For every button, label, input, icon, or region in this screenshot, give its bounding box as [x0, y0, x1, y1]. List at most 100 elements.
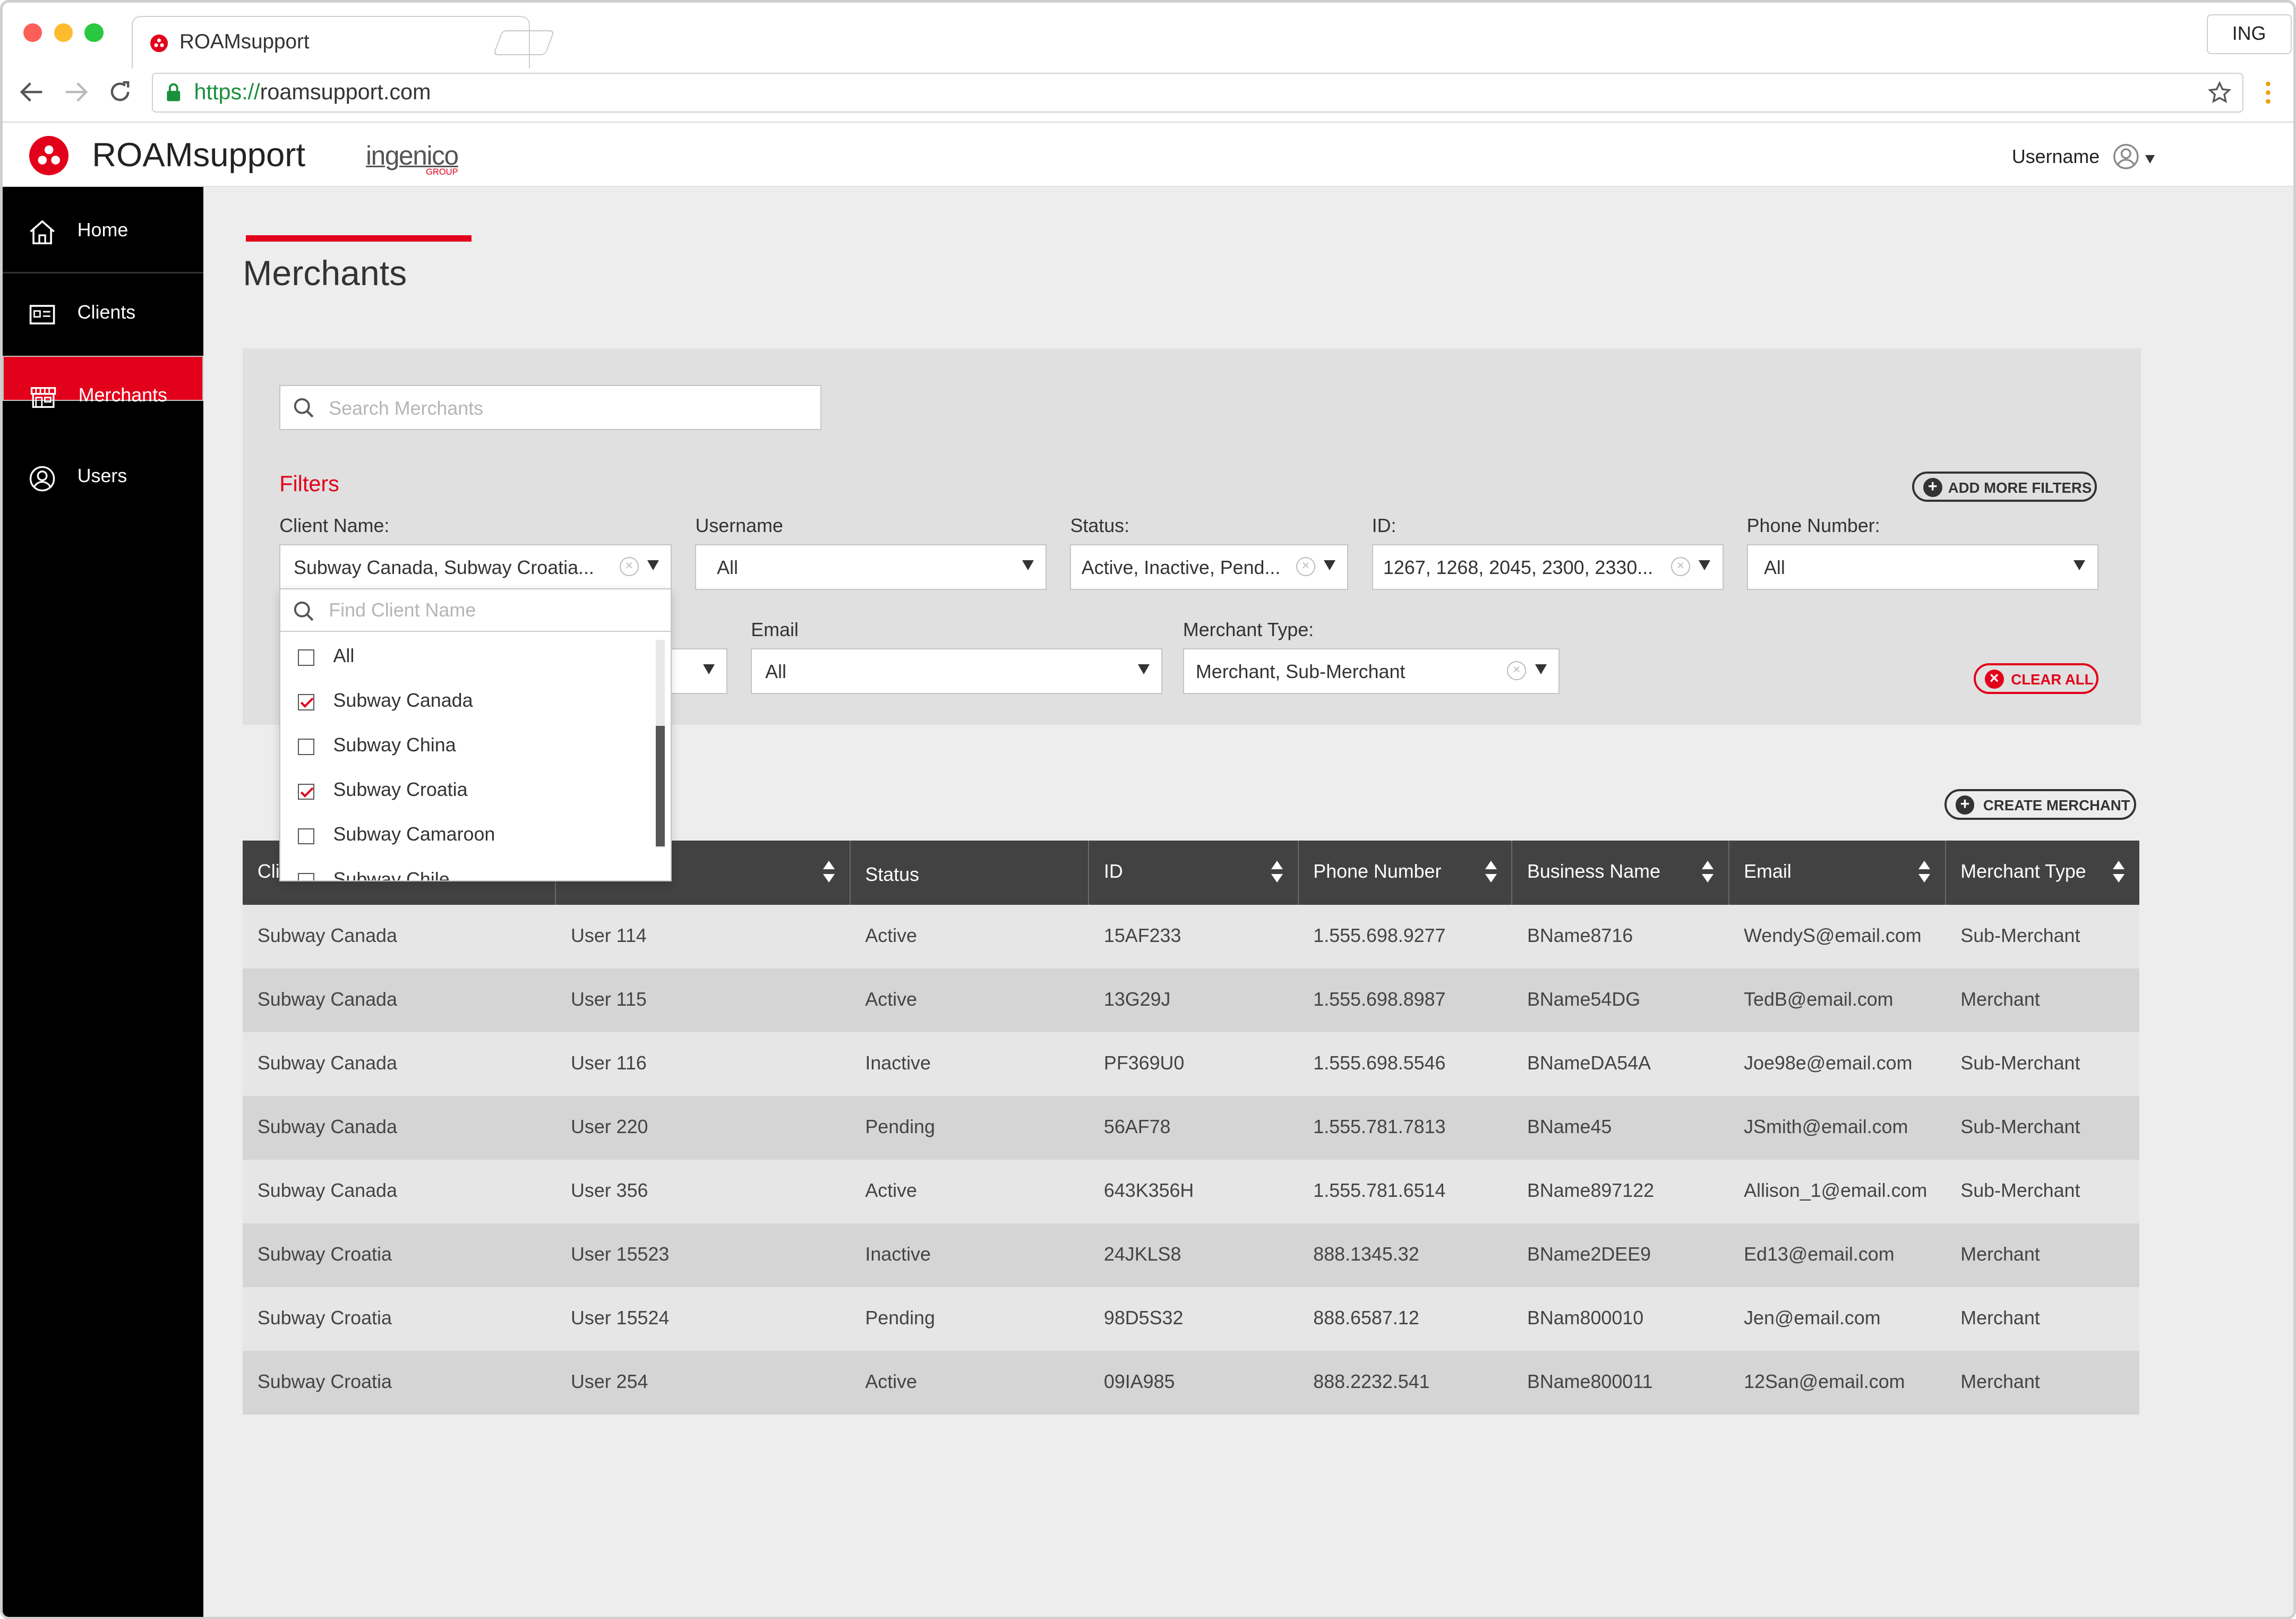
sidebar: Home Clients Merchants Users [3, 187, 203, 1617]
client-name-dropdown: Find Client Name All Subway Canada Subway … [279, 588, 672, 881]
forward-arrow-icon[interactable] [64, 82, 88, 102]
table-row[interactable]: Subway Canada User 220 Pending 56AF78 1.555.… [243, 1095, 2139, 1160]
table-row[interactable]: Subway Croatia User 15524 Pending 98D5S32 88… [243, 1287, 2139, 1351]
sort-icon[interactable] [1701, 861, 1714, 884]
phone-select[interactable]: All [1746, 544, 2098, 590]
table-cell: User 116 [571, 1052, 647, 1074]
table-cell: 888.2232.541 [1313, 1371, 1430, 1393]
clear-selection-icon[interactable]: × [1507, 661, 1526, 681]
clear-all-button[interactable]: × CLEAR ALL [1974, 663, 2098, 694]
sidebar-item-home[interactable]: Home [3, 192, 203, 274]
column-header-status[interactable]: Status [851, 840, 1090, 905]
brand-logo-icon[interactable] [29, 135, 69, 176]
bookmark-star-icon[interactable] [2207, 81, 2231, 105]
client-name-select[interactable]: Subway Canada, Subway Croatia... × [279, 544, 672, 590]
table-cell: Subway Croatia [257, 1371, 392, 1393]
checkbox-icon[interactable] [298, 649, 314, 666]
new-tab-button[interactable] [493, 30, 555, 56]
table-cell: 13G29J [1103, 989, 1171, 1010]
dropdown-scrollbar-thumb[interactable] [656, 726, 665, 846]
favicon-icon [150, 34, 168, 52]
table-cell: Sub-Merchant [1960, 1116, 2080, 1138]
table-cell: Inactive [865, 1052, 931, 1074]
checkbox-icon[interactable] [298, 872, 314, 880]
table-cell: User 115 [571, 989, 647, 1010]
column-header-phone[interactable]: Phone Number [1299, 840, 1513, 905]
clear-selection-icon[interactable]: × [1670, 557, 1690, 577]
id-filter-label: ID: [1372, 515, 1397, 537]
create-merchant-button[interactable]: + CREATE MERCHANT [1944, 789, 2137, 820]
table-cell: Active [865, 925, 917, 947]
username-label[interactable]: Username [2012, 146, 2100, 168]
table-row[interactable]: Subway Canada User 116 Inactive PF369U0 1.55… [243, 1032, 2139, 1096]
id-select[interactable]: 1267, 1268, 2045, 2300, 2330... × [1372, 544, 1724, 590]
table-cell: Merchant [1960, 1371, 2040, 1393]
status-filter-label: Status: [1070, 515, 1130, 537]
user-menu-chevron-icon[interactable] [2145, 155, 2155, 164]
table-row[interactable]: Subway Croatia User 15523 Inactive 24JKLS8 8… [243, 1223, 2139, 1287]
checkbox-checked-icon[interactable] [298, 783, 314, 800]
browser-tab[interactable]: ROAMsupport [131, 15, 530, 69]
table-row[interactable]: Subway Canada User 114 Active 15AF233 1.555.… [243, 904, 2139, 969]
sidebar-item-users[interactable]: Users [3, 438, 203, 519]
sort-icon[interactable] [823, 861, 835, 884]
find-client-input[interactable]: Find Client Name [280, 589, 671, 632]
chevron-down-icon [1324, 560, 1336, 570]
address-bar[interactable]: https://roamsupport.com [152, 73, 2243, 113]
search-icon [294, 398, 314, 418]
table-cell: 1.555.781.7813 [1313, 1116, 1446, 1138]
clients-icon [29, 305, 55, 324]
sort-icon[interactable] [1485, 861, 1497, 884]
checkbox-icon[interactable] [298, 739, 314, 755]
tab-title: ROAMsupport [179, 30, 310, 53]
column-header-email[interactable]: Email [1729, 840, 1946, 905]
status-select[interactable]: Active, Inactive, Pend... × [1070, 544, 1349, 590]
main-content: Merchants Search Merchants Filters + ADD… [203, 187, 2294, 1617]
minimize-window-icon[interactable] [54, 23, 73, 42]
table-cell: 1.555.781.6514 [1313, 1180, 1446, 1202]
table-cell: BName45 [1527, 1116, 1612, 1138]
column-header-business-name[interactable]: Business Name [1512, 840, 1729, 905]
table-cell: 09IA985 [1103, 1371, 1175, 1393]
checkbox-icon[interactable] [298, 828, 314, 844]
merchant-type-select[interactable]: Merchant, Sub-Merchant × [1183, 648, 1560, 694]
browser-menu-icon[interactable] [2265, 80, 2271, 105]
add-more-filters-button[interactable]: + ADD MORE FILTERS [1912, 471, 2097, 502]
table-cell: 643K356H [1103, 1180, 1194, 1202]
close-window-icon[interactable] [23, 23, 42, 42]
table-cell: Sub-Merchant [1960, 1180, 2080, 1202]
table-cell: 888.6587.12 [1313, 1307, 1419, 1329]
sidebar-item-merchants[interactable]: Merchants [3, 355, 203, 408]
merchants-icon [30, 387, 56, 408]
sidebar-item-label: Users [77, 465, 127, 487]
table-cell: 888.1345.32 [1313, 1244, 1419, 1265]
table-row[interactable]: Subway Croatia User 254 Active 09IA985 888.2… [243, 1350, 2139, 1415]
search-input[interactable]: Search Merchants [279, 384, 821, 431]
table-cell: User 220 [571, 1116, 648, 1138]
table-cell: Ed13@email.com [1744, 1244, 1895, 1265]
checkbox-checked-icon[interactable] [298, 694, 314, 710]
page-title: Merchants [243, 253, 407, 293]
maximize-window-icon[interactable] [84, 23, 104, 42]
clear-selection-icon[interactable]: × [619, 557, 639, 577]
sort-icon[interactable] [1918, 861, 1931, 884]
reload-icon[interactable] [108, 80, 132, 104]
username-select[interactable]: All [695, 544, 1047, 590]
email-select[interactable]: All [751, 648, 1163, 694]
table-cell: 15AF233 [1103, 925, 1181, 947]
profile-button[interactable]: ING [2206, 14, 2292, 54]
back-arrow-icon[interactable] [20, 82, 44, 102]
sort-icon[interactable] [2113, 861, 2125, 884]
clear-selection-icon[interactable]: × [1296, 557, 1315, 577]
table-cell: 1.555.698.8987 [1313, 989, 1446, 1010]
sort-icon[interactable] [1271, 861, 1283, 884]
column-header-merchant-type[interactable]: Merchant Type [1946, 841, 2139, 905]
client-name-label: Client Name: [279, 515, 390, 537]
table-row[interactable]: Subway Canada User 356 Active 643K356H 1.555… [243, 1159, 2139, 1223]
sidebar-item-clients[interactable]: Clients [3, 273, 203, 355]
table-cell: Inactive [865, 1244, 931, 1265]
table-row[interactable]: Subway Canada User 115 Active 13G29J 1.555.6… [243, 968, 2139, 1032]
user-avatar-icon[interactable] [2113, 143, 2139, 170]
chevron-down-icon [2074, 560, 2086, 570]
column-header-id[interactable]: ID [1089, 840, 1299, 905]
